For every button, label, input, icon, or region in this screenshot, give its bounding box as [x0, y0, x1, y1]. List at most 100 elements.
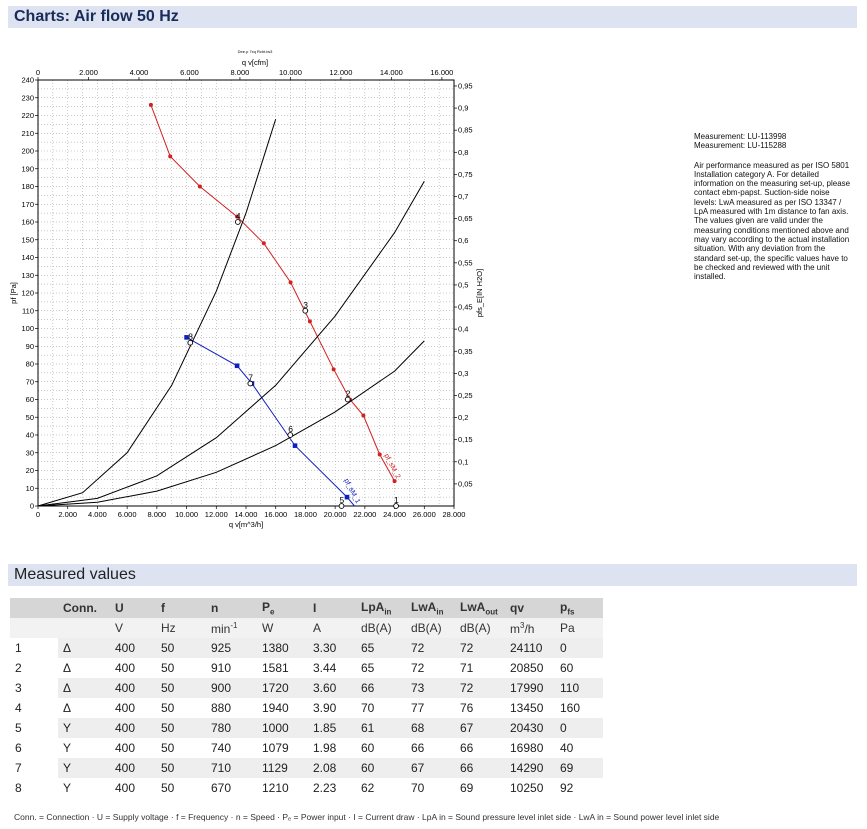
table-cell: 3.44	[308, 658, 356, 678]
y-tick-label: 230	[21, 93, 34, 102]
x-top-tick-label: 0	[36, 68, 40, 77]
table-cell: 65	[356, 658, 406, 678]
fan-curve-point	[377, 452, 382, 457]
unit-cell: Hz	[156, 618, 206, 638]
table-cell: 60	[356, 738, 406, 758]
y-tick-label: 80	[26, 360, 34, 369]
table-cell: Δ	[58, 678, 110, 698]
y-tick-label: 170	[21, 200, 34, 209]
column-header: I	[308, 598, 356, 618]
table-cell: 66	[356, 678, 406, 698]
table-cell: 20430	[505, 718, 555, 738]
table-cell: 1.85	[308, 718, 356, 738]
table-cell: 2	[10, 658, 58, 678]
table-cell: 910	[206, 658, 257, 678]
table-cell: Δ	[58, 658, 110, 678]
fan-curve-point	[361, 413, 366, 418]
table-cell: Y	[58, 758, 110, 778]
table-cell: 72	[406, 638, 455, 658]
section-title-measured-values: Measured values	[8, 564, 857, 586]
table-cell: 400	[110, 718, 156, 738]
table-cell: 2.08	[308, 758, 356, 778]
table-cell: 73	[406, 678, 455, 698]
table-cell: 61	[356, 718, 406, 738]
y-tick-label: 140	[21, 253, 34, 262]
column-header: qv	[505, 598, 555, 618]
x-tick-label: 2.000	[58, 510, 77, 519]
y-right-tick-label: 0,85	[458, 126, 473, 135]
table-cell: 67	[455, 718, 505, 738]
fan-curve-point	[307, 319, 312, 324]
y-tick-label: 10	[26, 484, 34, 493]
y-tick-label: 200	[21, 147, 34, 156]
table-cell: 160	[555, 698, 603, 718]
fan-curve-point	[392, 479, 397, 484]
table-cell: 1210	[257, 778, 308, 798]
measurement-id-1: Measurement: LU-113998	[694, 132, 787, 141]
y-right-tick-label: 0,65	[458, 214, 473, 223]
column-header: f	[156, 598, 206, 618]
y-tick-label: 90	[26, 342, 34, 351]
table-row: 3 Δ 400 50 900 1720 3.60 66 73 72 17990 110	[10, 678, 603, 698]
table-cell: 72	[455, 678, 505, 698]
x-tick-label: 22.000	[353, 510, 376, 519]
y-tick-label: 180	[21, 182, 34, 191]
y-tick-label: 210	[21, 129, 34, 138]
table-cell: Y	[58, 778, 110, 798]
table-cell: 1380	[257, 638, 308, 658]
table-cell: 1129	[257, 758, 308, 778]
table-cell: 72	[455, 638, 505, 658]
table-cell: 900	[206, 678, 257, 698]
table-cell: 3.30	[308, 638, 356, 658]
y-tick-label: 240	[21, 76, 34, 85]
table-cell: 66	[455, 738, 505, 758]
y-right-tick-label: 0,9	[458, 104, 468, 113]
x-axis-label: q v[m^3/h]	[229, 520, 263, 529]
table-cell: 5	[10, 718, 58, 738]
table-cell: 400	[110, 778, 156, 798]
y-right-tick-label: 0,6	[458, 236, 468, 245]
table-cell: 50	[156, 658, 206, 678]
table-units-row: V Hz min-1 W AdB(A) dB(A) dB(A) m3/h Pa	[10, 618, 603, 638]
y-right-tick-label: 0,2	[458, 413, 468, 422]
table-row: 8 Y 400 50 670 1210 2.23 62 70 69 10250 92	[10, 778, 603, 798]
table-cell: 1000	[257, 718, 308, 738]
y-right-tick-label: 0,25	[458, 391, 473, 400]
unit-cell: V	[110, 618, 156, 638]
column-header: LpAin	[356, 598, 406, 618]
x-top-tick-label: 2.000	[79, 68, 98, 77]
y-right-tick-label: 0,75	[458, 170, 473, 179]
x-tick-label: 24.000	[383, 510, 406, 519]
table-cell: 0	[555, 718, 603, 738]
fan-curve-point	[331, 367, 336, 372]
y-right-tick-label: 0,15	[458, 435, 473, 444]
page-title: Charts: Air flow 50 Hz	[8, 6, 857, 28]
fan-curve-point	[292, 443, 298, 448]
x-tick-label: 18.000	[294, 510, 317, 519]
table-cell: 400	[110, 638, 156, 658]
operating-point-label: 8	[188, 332, 193, 342]
table-cell: 400	[110, 678, 156, 698]
table-cell: Δ	[58, 698, 110, 718]
table-footnote: Conn. = Connection · U = Supply voltage …	[14, 812, 720, 822]
operating-point-label: 3	[303, 300, 308, 310]
column-header: Conn.	[58, 598, 110, 618]
y-right-tick-label: 0,4	[458, 325, 468, 334]
table-cell: 50	[156, 638, 206, 658]
x-tick-label: 14.000	[235, 510, 258, 519]
table-cell: 69	[555, 758, 603, 778]
x-tick-label: 4.000	[88, 510, 107, 519]
y-right-tick-label: 0,35	[458, 347, 473, 356]
column-header: pfs	[555, 598, 603, 618]
table-row: 5 Y 400 50 780 1000 1.85 61 68 67 20430 0	[10, 718, 603, 738]
y-right-tick-label: 0,3	[458, 369, 468, 378]
table-cell: 1720	[257, 678, 308, 698]
y-tick-label: 160	[21, 218, 34, 227]
y-tick-label: 190	[21, 164, 34, 173]
table-cell: 1079	[257, 738, 308, 758]
table-cell: 1581	[257, 658, 308, 678]
x-tick-label: 8.000	[147, 510, 166, 519]
y-tick-label: 110	[22, 306, 34, 315]
table-cell: 72	[406, 658, 455, 678]
x-tick-label: 12.000	[205, 510, 228, 519]
